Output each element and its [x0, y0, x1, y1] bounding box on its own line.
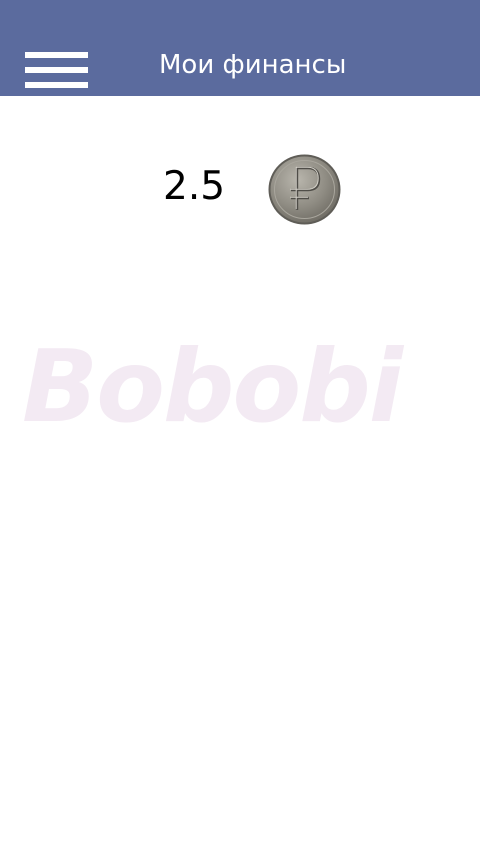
ruble-coin-icon	[268, 154, 341, 225]
menu-button[interactable]	[25, 52, 88, 88]
app-bar: Мои финансы	[0, 0, 480, 96]
app-title: Мои финансы	[159, 50, 347, 80]
balance-value: 2.5	[163, 164, 226, 209]
watermark-logo: Bobobi	[22, 328, 403, 445]
